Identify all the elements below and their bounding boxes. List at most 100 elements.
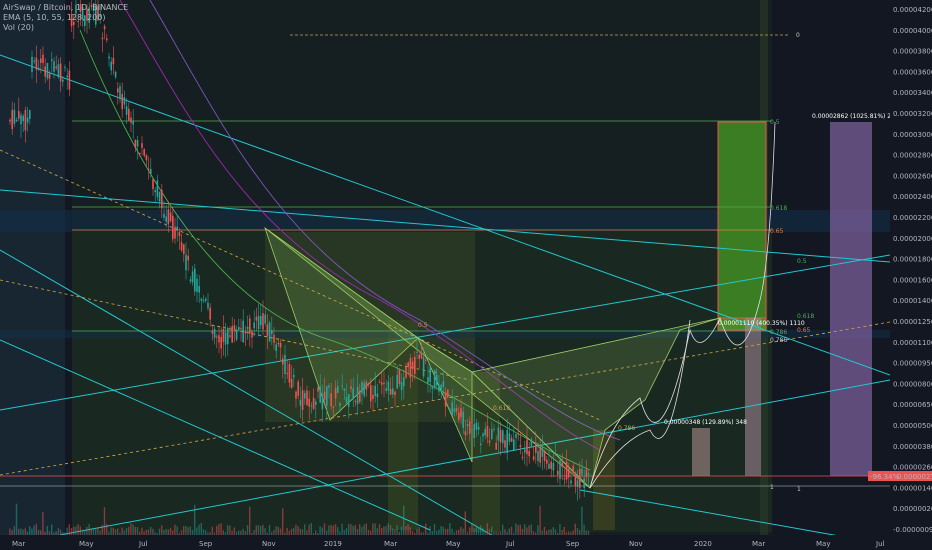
volume-bar [145, 529, 147, 535]
candle-body [244, 331, 247, 334]
volume-bar [268, 525, 271, 535]
candle-body [497, 427, 500, 441]
candle-body [20, 114, 22, 125]
volume-bar [22, 529, 24, 535]
candle-body [64, 67, 66, 69]
volume-bar [15, 503, 18, 535]
candle-body [323, 391, 326, 400]
volume-bar [572, 530, 574, 535]
volume-bar [469, 527, 471, 535]
candle-body [317, 387, 319, 392]
candle-body [130, 117, 132, 123]
vol-line[interactable]: Vol (20) [3, 23, 128, 33]
volume-bar [352, 525, 354, 535]
candle-body [123, 97, 126, 105]
volume-bar [444, 528, 447, 535]
volume-bar [308, 524, 310, 535]
volume-bar [451, 528, 453, 535]
candle-body [587, 473, 590, 475]
candle-body [449, 409, 451, 411]
candle-body [202, 300, 205, 302]
symbol-line[interactable]: AirSwap / Bitcoin, 1D, BINANCE [3, 3, 128, 13]
volume-bar [455, 530, 458, 535]
candle-body [169, 212, 172, 222]
candle-body [235, 329, 238, 340]
candle-body [337, 386, 339, 393]
volume-bar [363, 524, 365, 535]
volume-bar [372, 523, 374, 535]
y-tick-label: 0.00000140 [893, 484, 932, 492]
volume-bar [407, 524, 409, 535]
candle-body [174, 226, 176, 239]
candle-body [370, 385, 372, 402]
volume-bar [227, 524, 229, 535]
candle-body [568, 468, 570, 478]
candle-body [409, 358, 412, 378]
volume-bar [172, 530, 174, 535]
y-tick-label: -0.00000090 [893, 526, 932, 534]
candle-body [26, 117, 29, 123]
candle-body [51, 59, 53, 61]
candle-body [378, 381, 381, 383]
candle-body [565, 461, 568, 480]
volume-bar [416, 529, 418, 535]
candle-body [187, 255, 189, 261]
candle-body [581, 468, 583, 475]
candle-body [255, 316, 258, 321]
volume-bar [310, 523, 312, 535]
candle-body [275, 344, 277, 352]
volume-bar [161, 525, 163, 535]
target-box-label: 0.00001110 (400.35%) 1110 [718, 320, 805, 327]
ema-line[interactable]: EMA (5, 10, 55, 128, 200) [3, 13, 128, 23]
volume-bar [513, 532, 515, 535]
candle-body [376, 393, 379, 398]
candle-body [433, 369, 436, 388]
volume-bar [359, 524, 361, 535]
fib-label: 0 [796, 32, 800, 39]
volume-bar [337, 527, 339, 535]
y-tick-label: 0.00004200 [893, 6, 932, 14]
price-chart[interactable]: 0 0.5 0.618 0.65 0.786 1 0.5 0.618 0.65 … [0, 0, 932, 550]
volume-bar [486, 523, 488, 535]
time-axis: Mar May Jul Sep Nov 2019 Mar May Jul Sep Nov 2020 Ma… [0, 535, 890, 550]
candle-body [273, 334, 275, 343]
volume-bar [73, 526, 75, 535]
fib-label: 0.5 [797, 258, 807, 265]
volume-bar [508, 528, 510, 535]
candle-body [29, 110, 31, 119]
volume-bar [480, 525, 482, 535]
volume-bar [191, 529, 194, 535]
candle-body [444, 392, 447, 407]
candle-body [152, 179, 154, 189]
volume-bar [312, 532, 315, 535]
y-tick-label: 0.00000800 [893, 380, 932, 388]
candle-body [460, 408, 462, 418]
volume-bar [257, 525, 260, 535]
volume-bar [293, 527, 295, 535]
volume-bar [216, 525, 218, 535]
candle-body [304, 393, 306, 399]
candle-body [211, 330, 214, 334]
volume-bar [546, 530, 548, 535]
candle-body [561, 462, 563, 467]
volume-bar [422, 532, 425, 535]
candle-body [257, 315, 260, 330]
volume-bar [447, 528, 449, 535]
volume-bar [24, 528, 26, 535]
volume-bar [51, 524, 53, 535]
candle-body [189, 279, 192, 282]
volume-bar [532, 531, 535, 535]
candle-body [315, 401, 317, 405]
candle-body [345, 396, 348, 403]
volume-bar [381, 528, 383, 535]
candle-body [411, 361, 414, 370]
fib-label: 0.618 [797, 313, 814, 320]
candle-body [418, 354, 420, 359]
candle-body [579, 468, 581, 488]
volume-bar [68, 523, 70, 535]
candle-body [191, 271, 194, 283]
volume-bar [114, 529, 117, 535]
volume-bar [207, 532, 209, 535]
volume-bar [37, 529, 40, 535]
candle-body [504, 440, 506, 448]
